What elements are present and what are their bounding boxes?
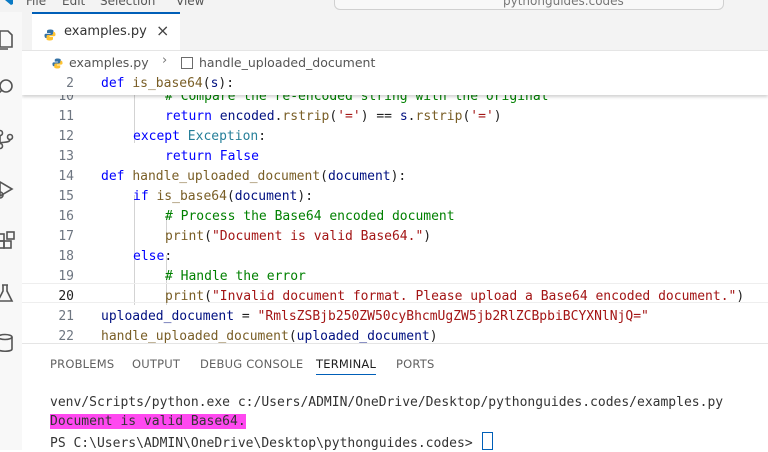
editor-tabs: examples.py × [22, 12, 768, 51]
code-row: 22 handle_uploaded_document(uploaded_doc… [22, 326, 768, 343]
menu-selection[interactable]: Selection [100, 0, 155, 8]
testing-icon[interactable] [0, 282, 16, 304]
title-bar: File Edit Selection View pythonguides.co… [0, 0, 768, 12]
menu-view[interactable]: View [176, 0, 204, 8]
line-number: 22 [58, 329, 74, 343]
code-editor[interactable]: 2 def is_base64(s): 10 # Compare the re-… [22, 75, 768, 343]
line-number: 20 [58, 289, 74, 304]
code-row: 20 print("Invalid document format. Pleas… [22, 286, 768, 306]
method-symbol-icon [181, 57, 193, 69]
tab-examples-py[interactable]: examples.py × [32, 12, 180, 50]
command-center-search[interactable]: pythonguides.codes [334, 0, 724, 10]
code-row: 16 # Process the Base64 encoded document [22, 206, 768, 226]
breadcrumb-file[interactable]: examples.py [69, 55, 149, 70]
terminal-line: Document is valid Base64. [22, 414, 768, 434]
code-line: print("Document is valid Base64.") [165, 229, 432, 244]
run-debug-icon[interactable] [0, 178, 16, 200]
line-number: 19 [58, 269, 74, 284]
code-row: 18 else: [22, 246, 768, 266]
terminal-line[interactable]: PS C:\Users\ADMIN\OneDrive\Desktop\pytho… [22, 432, 768, 452]
search-text: pythonguides.codes [503, 0, 624, 8]
code-line: print("Invalid document format. Please u… [165, 289, 745, 304]
sticky-scroll-header[interactable]: 2 def is_base64(s): [22, 75, 768, 95]
tab-debug-console[interactable]: DEBUG CONSOLE [200, 357, 303, 371]
explorer-icon[interactable] [0, 28, 16, 50]
terminal-command: venv/Scripts/python.exe c:/Users/ADMIN/O… [50, 395, 724, 410]
python-file-icon [44, 26, 56, 41]
code-line: return False [165, 149, 259, 164]
python-file-icon [52, 57, 63, 69]
tab-output[interactable]: OUTPUT [132, 357, 180, 371]
code-line: def is_base64(s): [101, 76, 235, 91]
terminal-line: venv/Scripts/python.exe c:/Users/ADMIN/O… [22, 395, 768, 415]
terminal-cursor [482, 432, 494, 450]
search-icon[interactable] [0, 76, 16, 98]
code-line: return encoded.rstrip('=') == s.rstrip('… [165, 109, 502, 124]
breadcrumb-symbol[interactable]: handle_uploaded_document [199, 55, 375, 70]
breadcrumb: examples.py › handle_uploaded_document [22, 51, 768, 75]
code-line: # Process the Base64 encoded document [165, 209, 455, 224]
code-row: 14 def handle_uploaded_document(document… [22, 166, 768, 186]
tab-label: examples.py [64, 24, 147, 39]
activity-bar [0, 12, 22, 450]
close-tab-icon[interactable]: × [156, 21, 169, 40]
line-number: 12 [58, 129, 74, 144]
extensions-icon[interactable] [0, 230, 16, 252]
tab-ports[interactable]: PORTS [396, 357, 434, 371]
line-number: 14 [58, 169, 74, 184]
tab-problems[interactable]: PROBLEMS [50, 357, 114, 371]
vscode-logo-icon [2, 0, 14, 9]
code-line: handle_uploaded_document(uploaded_docume… [101, 329, 438, 343]
menu-edit[interactable]: Edit [62, 0, 85, 8]
code-line: uploaded_document = "RmlsZSBjb250ZW50cyB… [101, 309, 649, 324]
terminal-prompt-line[interactable]: PS C:\Users\ADMIN\OneDrive\Desktop\pytho… [50, 432, 494, 451]
code-line: else: [133, 249, 173, 264]
code-row: 15 if is_base64(document): [22, 186, 768, 206]
tab-terminal[interactable]: TERMINAL [316, 357, 377, 375]
source-control-icon[interactable] [0, 128, 16, 150]
code-row: 19 # Handle the error [22, 266, 768, 286]
code-row: 13 return False [22, 146, 768, 166]
code-line: # Handle the error [165, 269, 306, 284]
code-row: 11 return encoded.rstrip('=') == s.rstri… [22, 106, 768, 126]
line-number: 11 [58, 109, 74, 124]
line-number: 17 [58, 229, 74, 244]
code-row: 12 except Exception: [22, 126, 768, 146]
code-row: 21 uploaded_document = "RmlsZSBjb250ZW50… [22, 306, 768, 326]
code-row: 17 print("Document is valid Base64.") [22, 226, 768, 246]
breadcrumb-separator: › [162, 53, 168, 68]
line-number: 21 [58, 309, 74, 324]
line-number: 15 [58, 189, 74, 204]
terminal-output-highlighted: Document is valid Base64. [50, 414, 246, 429]
database-icon[interactable] [0, 332, 16, 354]
menu-file[interactable]: File [26, 0, 46, 8]
line-number: 13 [58, 149, 74, 164]
line-number: 18 [58, 249, 74, 264]
line-number: 2 [66, 76, 74, 91]
line-number: 16 [58, 209, 74, 224]
bottom-panel: PROBLEMS OUTPUT DEBUG CONSOLE TERMINAL P… [22, 343, 768, 451]
code-line: if is_base64(document): [133, 189, 314, 204]
code-line: except Exception: [133, 129, 267, 144]
code-line: def handle_uploaded_document(document): [101, 169, 407, 184]
terminal-prompt: PS C:\Users\ADMIN\OneDrive\Desktop\pytho… [50, 436, 481, 451]
